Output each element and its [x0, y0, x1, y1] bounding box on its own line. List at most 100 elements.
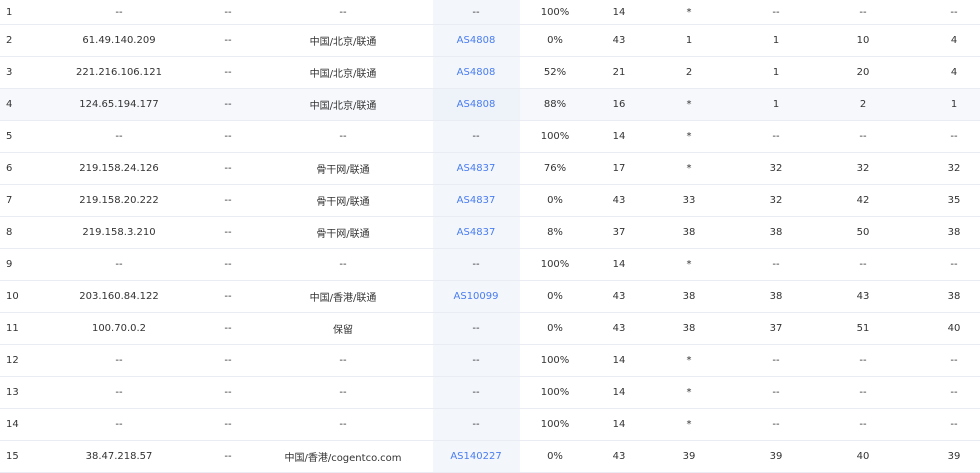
asn-link[interactable]: AS4808 — [457, 89, 496, 120]
asn-cell: -- — [472, 387, 480, 398]
loss-cell: 76% — [543, 163, 567, 174]
loss-cell: 0% — [547, 291, 563, 302]
location-cell: 中国/香港/联通 — [309, 293, 377, 304]
asn-link[interactable]: AS4808 — [457, 57, 496, 88]
table-row[interactable]: 15 38.47.218.57 -- 中国/香港/cogentco.com AS1402… — [0, 441, 980, 473]
loss-cell: 0% — [547, 323, 563, 334]
last-latency-cell: * — [686, 259, 692, 270]
ip-address-cell: -- — [115, 131, 123, 142]
hop-number-cell: 6 — [6, 163, 13, 174]
best-latency-cell: 10 — [856, 35, 870, 46]
hop-number-cell: 10 — [6, 291, 19, 302]
hop-number-cell: 12 — [6, 355, 19, 366]
location-cell: -- — [339, 355, 347, 366]
ip-address-cell: 219.158.3.210 — [82, 227, 156, 238]
table-row[interactable]: 4 124.65.194.177 -- 中国/北京/联通 AS4808 88% 16 * 1 2 1 — [0, 89, 980, 121]
best-latency-cell: -- — [859, 387, 867, 398]
last-latency-cell: 2 — [685, 67, 693, 78]
loss-cell: 100% — [540, 259, 570, 270]
loss-cell: 8% — [547, 227, 563, 238]
table-row[interactable]: 3 221.216.106.121 -- 中国/北京/联通 AS4808 52% 21 2 1 2… — [0, 57, 980, 89]
worst-latency-cell: 4 — [950, 35, 958, 46]
location-cell: 保留 — [333, 325, 353, 336]
best-latency-cell: -- — [859, 6, 867, 18]
hop-number-cell: 15 — [6, 451, 19, 462]
hostname-cell: -- — [224, 131, 232, 142]
worst-latency-cell: 4 — [950, 67, 958, 78]
worst-latency-cell: -- — [950, 131, 958, 142]
location-cell: 骨干网/联通 — [316, 197, 370, 208]
hop-number-cell: 7 — [6, 195, 13, 206]
asn-link[interactable]: AS4837 — [457, 153, 496, 184]
avg-latency-cell: -- — [772, 6, 780, 18]
sent-count-cell: 17 — [612, 163, 626, 174]
hop-number-cell: 11 — [6, 323, 19, 334]
table-row[interactable]: 11 100.70.0.2 -- 保留 -- 0% 43 38 37 51 40 — [0, 313, 980, 345]
ip-address-cell: -- — [115, 6, 123, 18]
last-latency-cell: * — [686, 131, 692, 142]
sent-count-cell: 14 — [612, 355, 626, 366]
loss-cell: 100% — [540, 387, 570, 398]
sent-count-cell: 43 — [612, 451, 626, 462]
traceroute-table: 1 -- -- -- -- 100% 14 * -- -- -- 2 61.49.140.209 -- 中国… — [0, 0, 980, 473]
hostname-cell: -- — [224, 67, 232, 78]
hostname-cell: -- — [224, 355, 232, 366]
asn-cell: -- — [472, 419, 480, 430]
table-row[interactable]: 1 -- -- -- -- 100% 14 * -- -- -- — [0, 0, 980, 25]
sent-count-cell: 14 — [612, 419, 626, 430]
worst-latency-cell: -- — [950, 387, 958, 398]
table-row[interactable]: 5 -- -- -- -- 100% 14 * -- -- -- — [0, 121, 980, 153]
worst-latency-cell: 1 — [950, 99, 958, 110]
sent-count-cell: 43 — [612, 291, 626, 302]
hostname-cell: -- — [224, 6, 232, 18]
table-row[interactable]: 10 203.160.84.122 -- 中国/香港/联通 AS10099 0% 43 38 3… — [0, 281, 980, 313]
asn-link[interactable]: AS4837 — [457, 217, 496, 248]
hop-number-cell: 13 — [6, 387, 19, 398]
location-cell: 骨干网/联通 — [316, 229, 370, 240]
hop-number-cell: 4 — [6, 99, 13, 110]
asn-link[interactable]: AS4808 — [457, 25, 496, 56]
ip-address-cell: 124.65.194.177 — [79, 99, 159, 110]
sent-count-cell: 43 — [612, 35, 626, 46]
asn-link[interactable]: AS10099 — [454, 281, 499, 312]
table-row[interactable]: 9 -- -- -- -- 100% 14 * -- -- -- — [0, 249, 980, 281]
asn-link[interactable]: AS4837 — [457, 185, 496, 216]
worst-latency-cell: -- — [950, 419, 958, 430]
asn-link[interactable]: AS140227 — [450, 441, 501, 472]
hostname-cell: -- — [224, 259, 232, 270]
hostname-cell: -- — [224, 227, 232, 238]
last-latency-cell: 33 — [682, 195, 696, 206]
asn-cell: -- — [472, 6, 480, 18]
hostname-cell: -- — [224, 163, 232, 174]
loss-cell: 88% — [543, 99, 567, 110]
last-latency-cell: * — [686, 99, 692, 110]
best-latency-cell: 2 — [859, 99, 867, 110]
asn-cell: -- — [472, 323, 480, 334]
best-latency-cell: 32 — [856, 163, 870, 174]
avg-latency-cell: 37 — [769, 323, 783, 334]
avg-latency-cell: -- — [772, 131, 780, 142]
table-row[interactable]: 14 -- -- -- -- 100% 14 * -- -- -- — [0, 409, 980, 441]
table-row[interactable]: 2 61.49.140.209 -- 中国/北京/联通 AS4808 0% 43 1 1 10 4 — [0, 25, 980, 57]
worst-latency-cell: 32 — [947, 163, 961, 174]
avg-latency-cell: 32 — [769, 163, 783, 174]
worst-latency-cell: 38 — [947, 291, 961, 302]
avg-latency-cell: -- — [772, 259, 780, 270]
last-latency-cell: * — [686, 163, 692, 174]
table-row[interactable]: 13 -- -- -- -- 100% 14 * -- -- -- — [0, 377, 980, 409]
sent-count-cell: 14 — [612, 387, 626, 398]
best-latency-cell: 20 — [856, 67, 870, 78]
table-row[interactable]: 7 219.158.20.222 -- 骨干网/联通 AS4837 0% 43 33 32 42 3… — [0, 185, 980, 217]
worst-latency-cell: -- — [950, 259, 958, 270]
location-cell: 骨干网/联通 — [316, 165, 370, 176]
hop-number-cell: 5 — [6, 131, 13, 142]
table-row[interactable]: 8 219.158.3.210 -- 骨干网/联通 AS4837 8% 37 38 38 50 38 — [0, 217, 980, 249]
hostname-cell: -- — [224, 323, 232, 334]
hostname-cell: -- — [224, 387, 232, 398]
ip-address-cell: 38.47.218.57 — [85, 451, 153, 462]
avg-latency-cell: 1 — [772, 99, 780, 110]
last-latency-cell: * — [686, 387, 692, 398]
worst-latency-cell: 40 — [947, 323, 961, 334]
table-row[interactable]: 12 -- -- -- -- 100% 14 * -- -- -- — [0, 345, 980, 377]
table-row[interactable]: 6 219.158.24.126 -- 骨干网/联通 AS4837 76% 17 * 32 32 3… — [0, 153, 980, 185]
